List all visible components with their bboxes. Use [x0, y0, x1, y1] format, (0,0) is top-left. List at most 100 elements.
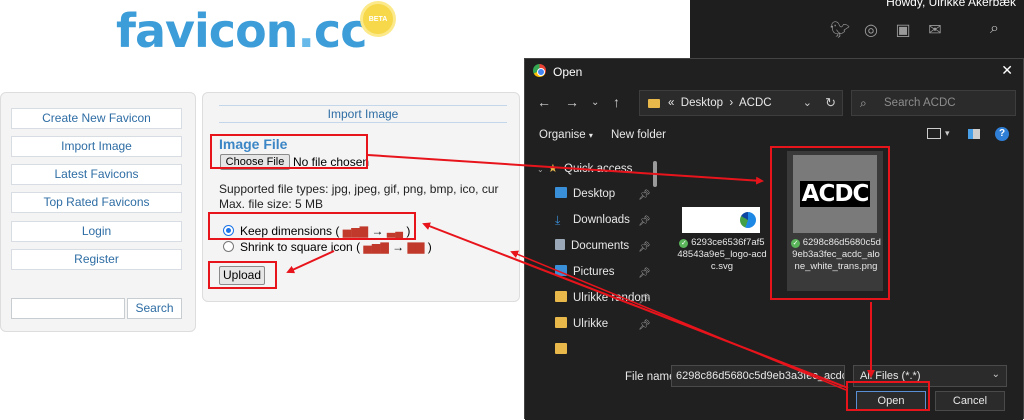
breadcrumb-acdc[interactable]: ACDC [739, 97, 772, 109]
file-name-input[interactable]: 6298c86d5680c5d9eb3a3fec_acdc_a [671, 365, 845, 387]
sync-check-icon: ✓ [679, 239, 689, 248]
view-options-icon[interactable] [927, 128, 941, 139]
navigation-scrollbar[interactable] [653, 161, 657, 187]
tree-item-pictures[interactable]: Pictures [555, 265, 615, 278]
forward-arrow-icon[interactable]: → [565, 94, 579, 110]
chevron-down-icon: ▾ [588, 131, 593, 140]
shrink-square-option[interactable]: Shrink to square icon ( ▅▆▇ → ▇▇ ) [223, 240, 432, 254]
shrink-square-label: Shrink to square icon ( [240, 240, 361, 254]
recent-locations-chevron-icon[interactable]: ⌄ [591, 97, 599, 108]
nav-create-new-favicon[interactable]: Create New Favicon [11, 108, 182, 129]
pin-icon: 📌︎ [638, 268, 651, 279]
download-icon: ⤓ [555, 213, 561, 227]
search-icon[interactable]: ⌕ [990, 20, 999, 38]
highlight-acdc-file [770, 146, 890, 300]
tree-item-ulrikke[interactable]: Ulrikke [555, 317, 608, 330]
file-name-text: 6293ce6536f7af548543a9e5_logo-acdc.svg [677, 237, 767, 272]
folder-icon [555, 291, 567, 302]
site-search-button[interactable]: Search [127, 298, 182, 319]
organise-label: Organise [539, 129, 586, 141]
tree-label: Documents [571, 240, 630, 252]
supported-types-text: Supported file types: jpg, jpeg, gif, pn… [219, 182, 499, 196]
dialog-search-placeholder: Search ACDC [884, 97, 956, 109]
nav-register[interactable]: Register [11, 249, 182, 270]
nav-import-image[interactable]: Import Image [11, 136, 182, 157]
social-links: 🐦︎ ◎ ▣ ✉ [830, 20, 944, 40]
chevron-down-icon[interactable]: ▾ [945, 128, 950, 139]
dialog-search-box[interactable]: ⌕ Search ACDC [851, 90, 1016, 116]
tree-label: Downloads [573, 214, 630, 226]
site-logo[interactable]: favicon.cc [116, 4, 367, 58]
tree-item-folder[interactable] [555, 343, 573, 355]
address-path: « Desktop › ACDC [668, 97, 772, 109]
tree-label: Quick access [564, 163, 633, 175]
pin-icon: 📌︎ [638, 216, 651, 227]
nav-login[interactable]: Login [11, 221, 182, 242]
tree-item-documents[interactable]: Documents [555, 239, 629, 252]
import-image-title: Import Image [219, 105, 507, 123]
folder-icon [555, 343, 567, 354]
new-folder-button[interactable]: New folder [611, 129, 666, 141]
breadcrumb-desktop[interactable]: Desktop [681, 97, 723, 109]
organise-menu[interactable]: Organise ▾ [539, 129, 593, 141]
cancel-button[interactable]: Cancel [935, 391, 1005, 411]
highlight-upload [208, 261, 277, 289]
nav-top-rated-favicons[interactable]: Top Rated Favicons [11, 192, 182, 213]
nav-latest-favicons[interactable]: Latest Favicons [11, 164, 182, 185]
dialog-toolbar: Organise ▾ New folder ▾ ? [525, 123, 1023, 147]
pin-icon: 📌︎ [638, 242, 651, 253]
star-icon: ★ [547, 163, 559, 175]
max-size-text: Max. file size: 5 MB [219, 197, 324, 211]
dialog-nav-row: ← → ⌄ ↑ « Desktop › ACDC ⌄ ↻ ⌕ Search AC… [525, 89, 1023, 117]
breadcrumb-separator: › [729, 97, 734, 109]
chevron-down-icon: ⌄ [991, 369, 1000, 380]
tree-item-downloads[interactable]: ⤓ Downloads [555, 213, 630, 227]
highlight-image-file [210, 134, 368, 169]
chevron-down-icon[interactable]: ⌄ [803, 96, 812, 109]
logo-text: favicon [116, 4, 298, 58]
tree-item-ulrikke-random[interactable]: Ulrikke random [555, 291, 650, 304]
arrow-icon: → [392, 240, 405, 254]
pin-icon: 📌︎ [638, 294, 651, 305]
truck-large-icon: ▅▆▇ [363, 242, 389, 254]
pin-icon: 📌︎ [638, 320, 651, 331]
tree-item-quick-access[interactable]: ⌄ ★ Quick access [537, 161, 632, 175]
back-arrow-icon[interactable]: ← [537, 94, 551, 110]
refresh-icon[interactable]: ↻ [825, 95, 836, 111]
dialog-titlebar: Open ✕ [525, 59, 1023, 83]
up-arrow-icon[interactable]: ↑ [613, 94, 620, 110]
search-icon: ⌕ [860, 96, 867, 110]
folder-icon [555, 317, 567, 328]
shrink-square-radio[interactable] [223, 241, 234, 252]
help-icon[interactable]: ? [995, 127, 1009, 141]
navigation-pane: ⌄ ★ Quick access Desktop 📌︎ ⤓ Downloads 📌︎ … [525, 155, 663, 355]
highlight-keep-dimensions [208, 212, 416, 240]
close-paren: ) [427, 240, 432, 254]
mail-icon[interactable]: ✉ [926, 20, 944, 40]
tree-label: Desktop [573, 188, 616, 200]
desktop-icon [555, 187, 567, 198]
pin-icon: 📌︎ [638, 190, 651, 201]
truck-square-icon: ▇▇ [407, 242, 425, 254]
site-search-input[interactable] [11, 298, 125, 319]
file-thumbnail-svg[interactable] [682, 207, 760, 233]
chevron-down-icon: ⌄ [537, 165, 544, 174]
path-overflow: « [668, 97, 675, 109]
linkedin-icon[interactable]: ▣ [894, 20, 912, 40]
howdy-user-text[interactable]: Howdy, Ulrikke Akerbæk [886, 0, 1016, 9]
sidebar-nav: Create New Favicon Import Image Latest F… [0, 92, 196, 332]
tree-label: Pictures [573, 266, 615, 278]
close-icon[interactable]: ✕ [1001, 62, 1013, 79]
instagram-icon[interactable]: ◎ [862, 20, 880, 40]
address-bar[interactable]: « Desktop › ACDC ⌄ ↻ [639, 90, 843, 116]
documents-icon [555, 239, 565, 250]
preview-pane-icon[interactable] [968, 129, 980, 139]
file-item-logo-acdc-svg[interactable]: ✓ 6293ce6536f7af548543a9e5_logo-acdc.svg [677, 237, 767, 273]
folder-icon [648, 99, 660, 108]
tree-item-desktop[interactable]: Desktop [555, 187, 615, 200]
logo-dot: . [297, 4, 315, 58]
tree-label: Ulrikke [573, 318, 609, 330]
beta-badge: BETA [363, 4, 393, 34]
twitter-icon[interactable]: 🐦︎ [830, 20, 850, 40]
chrome-icon [533, 64, 546, 77]
